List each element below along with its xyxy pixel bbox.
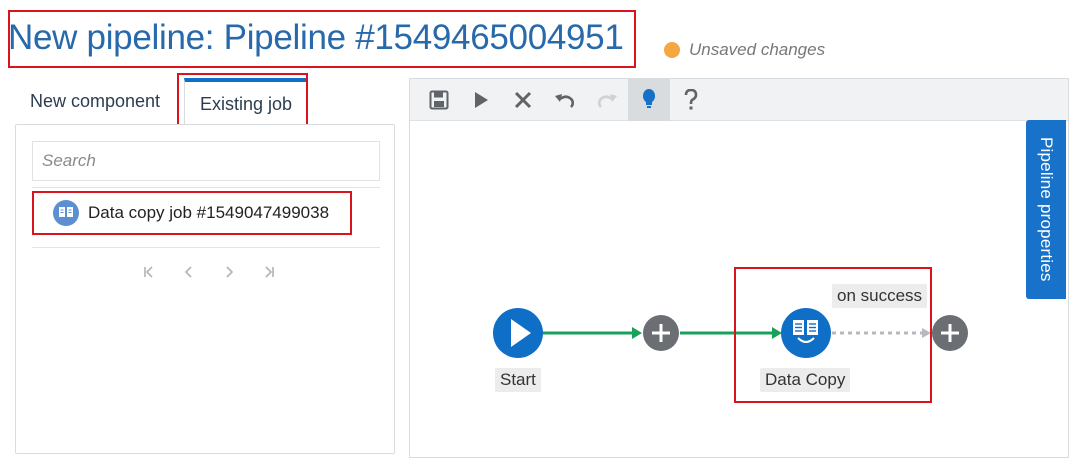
data-copy-node[interactable] [781,308,831,358]
arrowhead [772,327,782,339]
on-success-label: on success [832,284,928,308]
start-node[interactable] [493,308,543,358]
add-node-button[interactable] [643,315,679,351]
arrowhead [632,327,642,339]
add-node-button[interactable] [932,315,968,351]
pipeline-properties-label: Pipeline properties [1037,137,1056,282]
pipeline-properties-tab[interactable]: Pipeline properties [1026,120,1066,299]
start-label: Start [495,368,541,392]
data-copy-label: Data Copy [760,368,851,392]
arrowhead [922,328,931,338]
